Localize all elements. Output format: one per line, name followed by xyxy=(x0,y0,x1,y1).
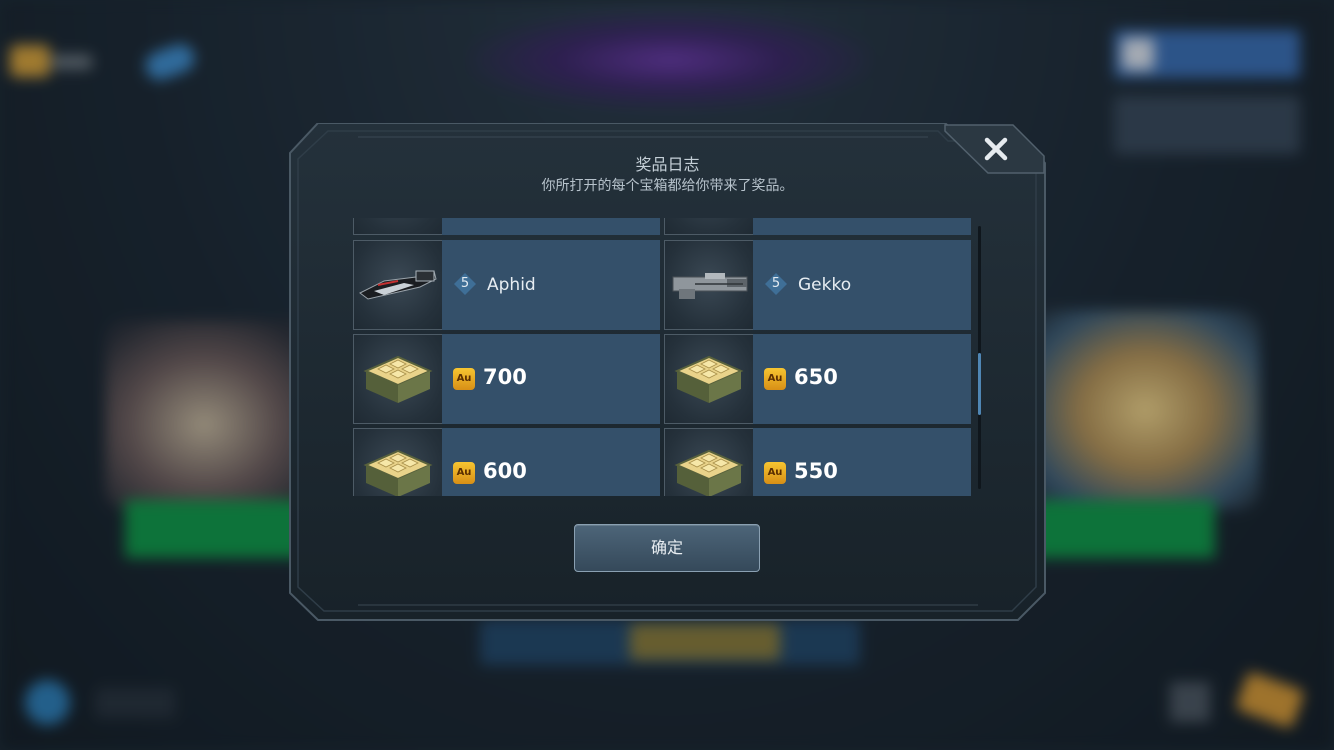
reward-item-gold: Au 700 xyxy=(353,334,660,424)
dialog-title: 奖品日志 xyxy=(635,155,700,174)
reward-item-gekko: 5 Gekko xyxy=(664,240,971,330)
reward-item-gold: Au 600 xyxy=(353,428,660,496)
reward-item-gold: Au 550 xyxy=(664,428,971,496)
aphid-weapon-icon xyxy=(353,240,443,330)
reward-log-dialog: 奖品日志 你所打开的每个宝箱都给你带来了奖品。 5 Aphid 5 Gekko … xyxy=(288,123,1047,622)
gold-currency-icon: Au xyxy=(453,462,475,484)
gold-crate-icon xyxy=(353,334,443,424)
gold-currency-icon: Au xyxy=(764,368,786,390)
close-button[interactable] xyxy=(978,131,1014,167)
list-item xyxy=(353,218,660,235)
gold-crate-icon xyxy=(353,428,443,496)
list-item xyxy=(664,218,971,235)
gold-currency-icon: Au xyxy=(764,462,786,484)
level-badge: 5 xyxy=(765,273,787,295)
level-badge: 5 xyxy=(454,273,476,295)
scrollbar-thumb[interactable] xyxy=(978,353,981,415)
gekko-weapon-icon xyxy=(664,240,754,330)
reward-item-aphid: 5 Aphid xyxy=(353,240,660,330)
gold-crate-icon xyxy=(664,334,754,424)
close-icon xyxy=(984,137,1008,161)
item-name: Gekko xyxy=(798,275,852,295)
reward-list[interactable]: 5 Aphid 5 Gekko Au 700 Au 650 Au 600 Au … xyxy=(353,218,973,496)
dialog-subtitle: 你所打开的每个宝箱都给你带来了奖品。 xyxy=(541,178,794,194)
confirm-button[interactable]: 确定 xyxy=(574,524,760,572)
gold-amount: 550 xyxy=(794,459,838,483)
gold-amount: 700 xyxy=(483,365,527,389)
reward-item-gold: Au 650 xyxy=(664,334,971,424)
gold-currency-icon: Au xyxy=(453,368,475,390)
gold-crate-icon xyxy=(664,428,754,496)
item-name: Aphid xyxy=(487,275,536,295)
gold-amount: 650 xyxy=(794,365,838,389)
gold-amount: 600 xyxy=(483,459,527,483)
